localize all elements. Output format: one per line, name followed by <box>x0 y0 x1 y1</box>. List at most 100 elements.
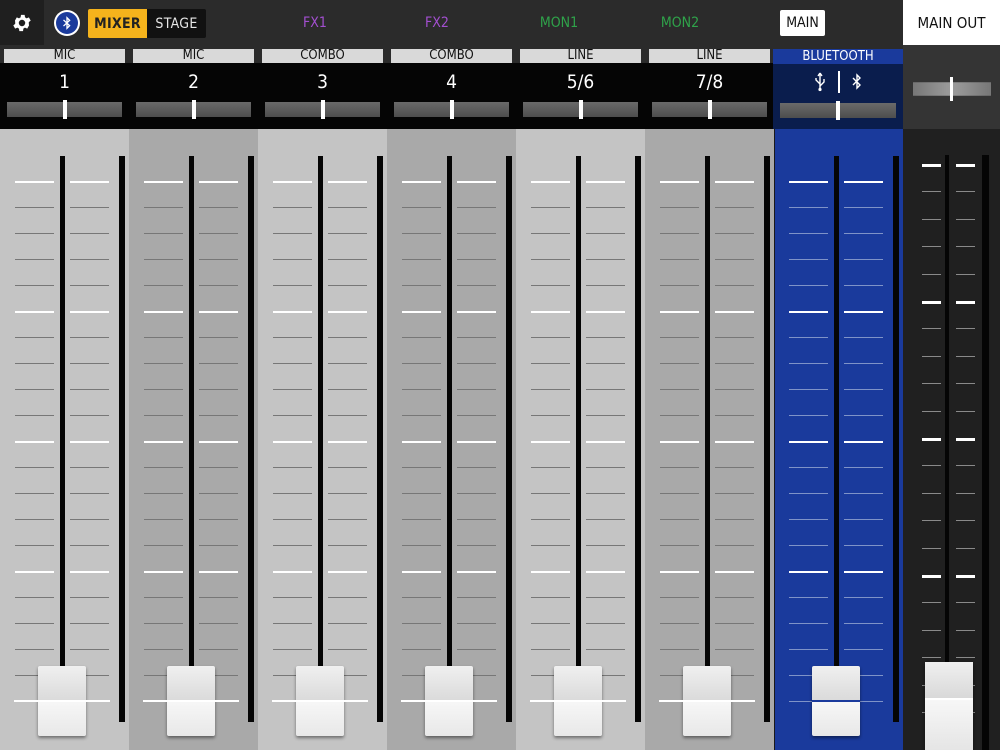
fader-scale-tick <box>715 259 754 260</box>
fader-scale-tick <box>70 545 109 546</box>
fader-track[interactable] <box>576 156 581 692</box>
bus-tab-label: FX2 <box>425 15 449 31</box>
fader-scale-major-tick <box>70 571 109 573</box>
bus-tab-main[interactable]: MAIN <box>780 10 825 36</box>
fader-scale-tick <box>956 274 975 275</box>
fader-cap-top <box>683 666 731 701</box>
fader-scale-major-tick <box>15 571 54 573</box>
pan-handle[interactable] <box>449 100 454 119</box>
channel-header[interactable]: 3 <box>258 63 387 129</box>
fader-scale-major-tick <box>70 311 109 313</box>
pan-handle[interactable] <box>707 100 712 119</box>
bus-tab-mon1[interactable]: MON1 <box>532 10 586 36</box>
pan-slider[interactable] <box>136 100 251 119</box>
fader-scale-tick <box>586 389 625 390</box>
bluetooth-pan-slider[interactable] <box>780 101 896 120</box>
fader-track[interactable] <box>447 156 452 692</box>
bluetooth-button[interactable] <box>54 10 80 36</box>
fader-cap-line <box>659 700 755 702</box>
channel-header[interactable]: 4 <box>387 63 516 129</box>
pan-handle[interactable] <box>62 100 67 119</box>
fader-scale-tick <box>789 285 828 286</box>
fader-scale-tick <box>715 467 754 468</box>
fader-scale-major-tick <box>956 301 975 304</box>
pan-handle[interactable] <box>950 77 953 101</box>
fader-cap[interactable] <box>530 666 626 736</box>
main-out-fader-track[interactable] <box>945 155 949 745</box>
fader-scale-tick <box>715 207 754 208</box>
channel-type-label: COMBO <box>391 49 512 63</box>
fader-scale-major-tick <box>457 441 496 443</box>
fader-scale-tick <box>328 363 367 364</box>
bus-tab-mon2[interactable]: MON2 <box>653 10 707 36</box>
pan-handle[interactable] <box>578 100 583 119</box>
pan-slider[interactable] <box>394 100 509 119</box>
fader-track[interactable] <box>189 156 194 692</box>
fader-track[interactable] <box>705 156 710 692</box>
channel-header[interactable]: 1 <box>0 63 129 129</box>
mode-mixer-button[interactable]: MIXER <box>88 9 147 38</box>
fader-scale-tick <box>457 285 496 286</box>
fader-scale-major-tick <box>457 571 496 573</box>
fader-scale-tick <box>844 493 883 494</box>
fader-track[interactable] <box>318 156 323 692</box>
fader-cap[interactable] <box>401 666 497 736</box>
fader-scale-tick <box>15 493 54 494</box>
fader-scale-tick <box>531 623 570 624</box>
bluetooth-fader-cap[interactable] <box>812 666 860 736</box>
level-meter <box>893 156 899 722</box>
fader-scale-tick <box>956 356 975 357</box>
fader-scale-tick <box>273 597 312 598</box>
bus-tab-fx1[interactable]: FX1 <box>290 10 340 36</box>
fader-scale-tick <box>70 597 109 598</box>
fader-cap[interactable] <box>14 666 110 736</box>
fader-scale-tick <box>844 649 883 650</box>
level-meter <box>119 156 125 722</box>
fader-scale-tick <box>144 233 183 234</box>
fader-cap[interactable] <box>272 666 368 736</box>
mode-stage-button[interactable]: STAGE <box>147 9 206 38</box>
level-meter <box>635 156 641 722</box>
pan-slider[interactable] <box>265 100 380 119</box>
fader-scale-tick <box>844 285 883 286</box>
bus-tab-fx2[interactable]: FX2 <box>412 10 462 36</box>
pan-handle[interactable] <box>320 100 325 119</box>
fader-scale-tick <box>956 520 975 521</box>
channel-header[interactable]: 2 <box>129 63 258 129</box>
fader-cap[interactable] <box>659 666 755 736</box>
channel-header[interactable]: 5/6 <box>516 63 645 129</box>
fader-track[interactable] <box>60 156 65 692</box>
pan-handle[interactable] <box>836 101 840 120</box>
bluetooth-icon[interactable] <box>852 73 862 91</box>
fader-scale-major-tick <box>922 164 941 167</box>
fader-cap[interactable] <box>143 666 239 736</box>
channel-number: 4 <box>446 71 457 93</box>
fader-scale-tick <box>789 493 828 494</box>
fader-scale-tick <box>922 465 941 466</box>
fader-scale-tick <box>144 649 183 650</box>
fader-scale-tick <box>70 623 109 624</box>
fader-cap-bottom <box>296 701 344 736</box>
pan-handle[interactable] <box>191 100 196 119</box>
channel-number: 3 <box>317 71 328 93</box>
pan-slider[interactable] <box>7 100 122 119</box>
pan-slider[interactable] <box>523 100 638 119</box>
settings-button[interactable] <box>0 0 44 45</box>
fader-scale-tick <box>715 597 754 598</box>
fader-scale-tick <box>70 649 109 650</box>
fader-scale-tick <box>660 207 699 208</box>
fader-scale-tick <box>715 389 754 390</box>
bluetooth-source-icons <box>773 70 903 94</box>
fader-scale-tick <box>660 363 699 364</box>
usb-icon[interactable] <box>814 72 826 92</box>
fader-track[interactable] <box>834 156 839 692</box>
fader-scale-tick <box>586 285 625 286</box>
pan-slider[interactable] <box>652 100 767 119</box>
fader-scale-major-tick <box>328 571 367 573</box>
fader-scale-tick <box>70 285 109 286</box>
channel-header[interactable]: 7/8 <box>645 63 774 129</box>
fader-scale-tick <box>328 259 367 260</box>
main-out-fader-cap[interactable] <box>925 662 973 750</box>
fader-scale-tick <box>328 233 367 234</box>
fader-scale-major-tick <box>199 311 238 313</box>
